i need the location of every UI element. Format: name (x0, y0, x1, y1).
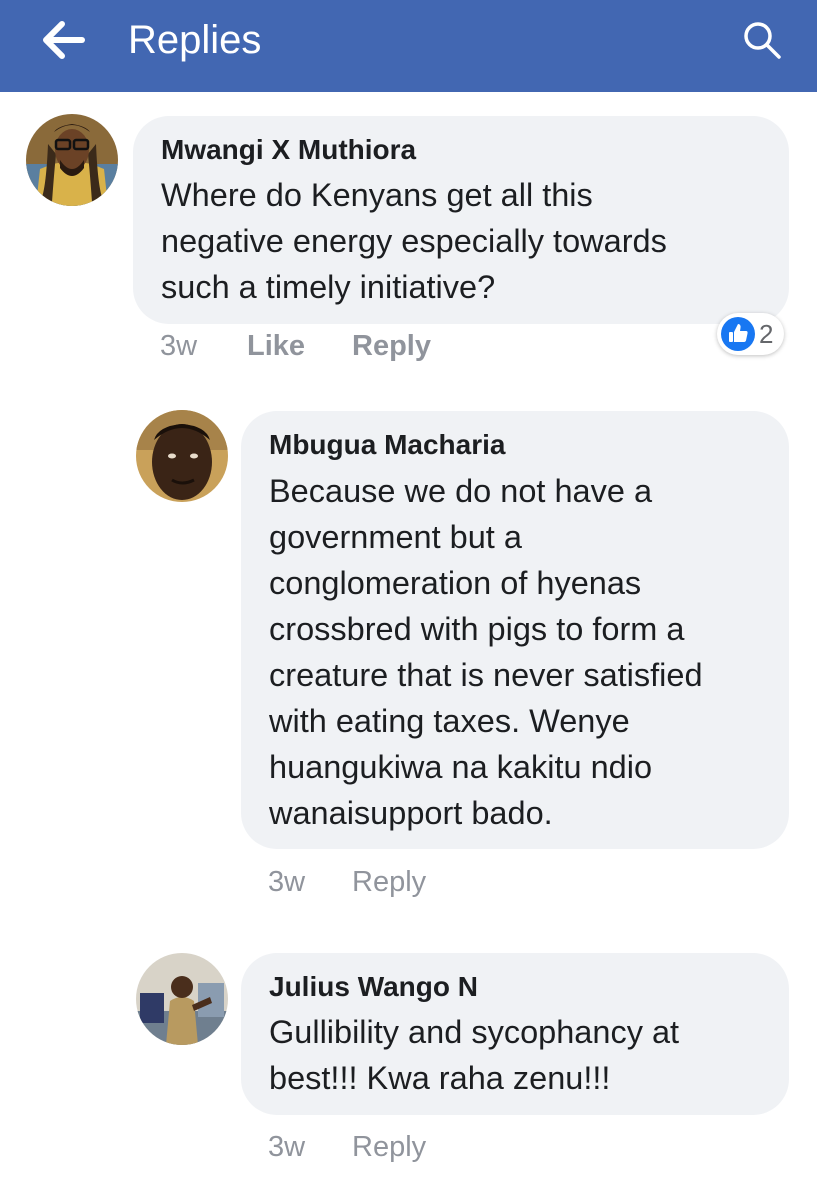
comment-text: Where do Kenyans get all this negative e… (161, 177, 667, 305)
page-title: Replies (128, 18, 262, 62)
comment-author[interactable]: Julius Wango N (269, 971, 478, 1003)
reaction-count: 2 (759, 319, 774, 349)
reply-button[interactable]: Reply (352, 866, 426, 899)
reaction-badge[interactable]: 2 (717, 313, 784, 355)
comment-author[interactable]: Mwangi X Muthiora (161, 134, 416, 166)
comment-author[interactable]: Mbugua Macharia (269, 429, 505, 461)
reply-button[interactable]: Reply (352, 1131, 426, 1164)
reply-button[interactable]: Reply (352, 330, 431, 363)
arrow-left-icon (43, 21, 85, 59)
top-app-bar: Replies (0, 0, 817, 92)
search-button[interactable] (740, 18, 784, 62)
comment-bubble[interactable]: Mwangi X Muthiora Where do Kenyans get a… (133, 116, 789, 324)
like-button[interactable]: Like (247, 330, 305, 363)
search-icon (744, 22, 781, 59)
comment-text: Because we do not have a government but … (269, 473, 703, 831)
comment-bubble[interactable]: Julius Wango N Gullibility and sycophanc… (241, 953, 789, 1115)
thumbs-up-icon (721, 317, 755, 351)
back-button[interactable] (40, 20, 88, 60)
avatar[interactable] (26, 114, 118, 206)
comment-timestamp: 3w (268, 866, 306, 898)
comment-timestamp: 3w (160, 330, 198, 362)
avatar[interactable] (136, 953, 228, 1045)
comment-text: Gullibility and sycophancy at best!!! Kw… (269, 1014, 680, 1096)
comment-timestamp: 3w (268, 1131, 306, 1163)
avatar[interactable] (136, 410, 228, 502)
comment-bubble[interactable]: Mbugua Macharia Because we do not have a… (241, 411, 789, 849)
